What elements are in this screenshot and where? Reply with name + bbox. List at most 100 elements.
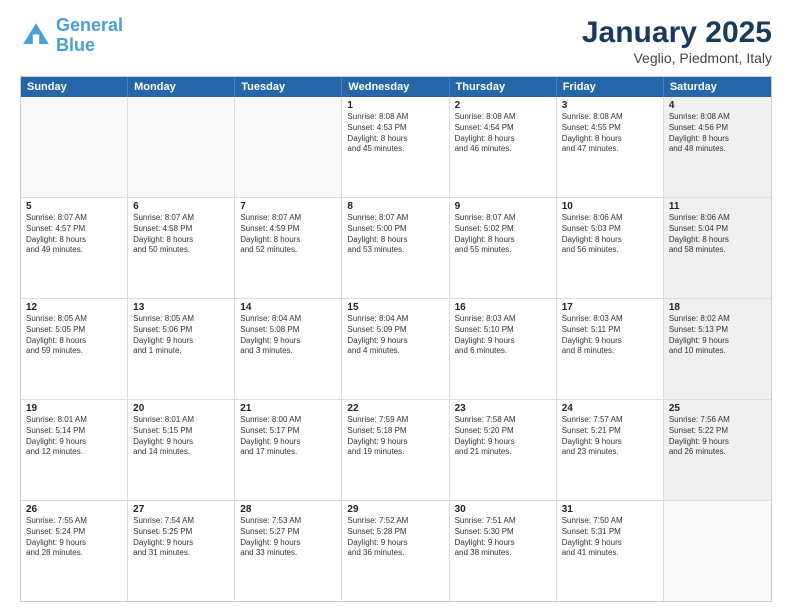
day-info: Sunrise: 7:58 AM Sunset: 5:20 PM Dayligh…: [455, 415, 551, 458]
day-number: 7: [240, 201, 336, 212]
day-number: 22: [347, 403, 443, 414]
main-title: January 2025: [582, 16, 772, 50]
day-number: 17: [562, 302, 658, 313]
day-cell-24: 24Sunrise: 7:57 AM Sunset: 5:21 PM Dayli…: [557, 400, 664, 500]
day-info: Sunrise: 7:55 AM Sunset: 5:24 PM Dayligh…: [26, 516, 122, 559]
day-number: 12: [26, 302, 122, 313]
day-info: Sunrise: 8:07 AM Sunset: 4:58 PM Dayligh…: [133, 213, 229, 256]
day-cell-10: 10Sunrise: 8:06 AM Sunset: 5:03 PM Dayli…: [557, 198, 664, 298]
day-info: Sunrise: 8:06 AM Sunset: 5:04 PM Dayligh…: [669, 213, 766, 256]
day-info: Sunrise: 8:00 AM Sunset: 5:17 PM Dayligh…: [240, 415, 336, 458]
day-cell-2: 2Sunrise: 8:08 AM Sunset: 4:54 PM Daylig…: [450, 97, 557, 197]
day-cell-21: 21Sunrise: 8:00 AM Sunset: 5:17 PM Dayli…: [235, 400, 342, 500]
empty-cell: [128, 97, 235, 197]
day-info: Sunrise: 8:08 AM Sunset: 4:53 PM Dayligh…: [347, 112, 443, 155]
day-header-monday: Monday: [128, 77, 235, 97]
day-cell-26: 26Sunrise: 7:55 AM Sunset: 5:24 PM Dayli…: [21, 501, 128, 601]
day-number: 11: [669, 201, 766, 212]
day-info: Sunrise: 8:08 AM Sunset: 4:54 PM Dayligh…: [455, 112, 551, 155]
day-cell-29: 29Sunrise: 7:52 AM Sunset: 5:28 PM Dayli…: [342, 501, 449, 601]
day-cell-4: 4Sunrise: 8:08 AM Sunset: 4:56 PM Daylig…: [664, 97, 771, 197]
empty-cell: [235, 97, 342, 197]
day-cell-16: 16Sunrise: 8:03 AM Sunset: 5:10 PM Dayli…: [450, 299, 557, 399]
day-info: Sunrise: 7:51 AM Sunset: 5:30 PM Dayligh…: [455, 516, 551, 559]
day-header-saturday: Saturday: [664, 77, 771, 97]
day-number: 23: [455, 403, 551, 414]
logo-blue: Blue: [56, 35, 95, 55]
day-cell-6: 6Sunrise: 8:07 AM Sunset: 4:58 PM Daylig…: [128, 198, 235, 298]
day-cell-28: 28Sunrise: 7:53 AM Sunset: 5:27 PM Dayli…: [235, 501, 342, 601]
day-info: Sunrise: 8:08 AM Sunset: 4:56 PM Dayligh…: [669, 112, 766, 155]
day-number: 2: [455, 100, 551, 111]
day-cell-9: 9Sunrise: 8:07 AM Sunset: 5:02 PM Daylig…: [450, 198, 557, 298]
day-cell-14: 14Sunrise: 8:04 AM Sunset: 5:08 PM Dayli…: [235, 299, 342, 399]
day-info: Sunrise: 8:06 AM Sunset: 5:03 PM Dayligh…: [562, 213, 658, 256]
day-info: Sunrise: 8:04 AM Sunset: 5:09 PM Dayligh…: [347, 314, 443, 357]
day-number: 4: [669, 100, 766, 111]
day-number: 20: [133, 403, 229, 414]
week-row-4: 19Sunrise: 8:01 AM Sunset: 5:14 PM Dayli…: [21, 400, 771, 501]
day-cell-15: 15Sunrise: 8:04 AM Sunset: 5:09 PM Dayli…: [342, 299, 449, 399]
day-header-thursday: Thursday: [450, 77, 557, 97]
week-row-2: 5Sunrise: 8:07 AM Sunset: 4:57 PM Daylig…: [21, 198, 771, 299]
day-number: 27: [133, 504, 229, 515]
day-number: 8: [347, 201, 443, 212]
day-info: Sunrise: 8:08 AM Sunset: 4:55 PM Dayligh…: [562, 112, 658, 155]
day-number: 28: [240, 504, 336, 515]
day-cell-8: 8Sunrise: 8:07 AM Sunset: 5:00 PM Daylig…: [342, 198, 449, 298]
day-cell-13: 13Sunrise: 8:05 AM Sunset: 5:06 PM Dayli…: [128, 299, 235, 399]
day-info: Sunrise: 8:07 AM Sunset: 5:02 PM Dayligh…: [455, 213, 551, 256]
day-info: Sunrise: 7:54 AM Sunset: 5:25 PM Dayligh…: [133, 516, 229, 559]
day-number: 16: [455, 302, 551, 313]
day-cell-11: 11Sunrise: 8:06 AM Sunset: 5:04 PM Dayli…: [664, 198, 771, 298]
day-cell-25: 25Sunrise: 7:56 AM Sunset: 5:22 PM Dayli…: [664, 400, 771, 500]
day-cell-3: 3Sunrise: 8:08 AM Sunset: 4:55 PM Daylig…: [557, 97, 664, 197]
day-info: Sunrise: 8:07 AM Sunset: 4:59 PM Dayligh…: [240, 213, 336, 256]
day-info: Sunrise: 7:53 AM Sunset: 5:27 PM Dayligh…: [240, 516, 336, 559]
day-number: 24: [562, 403, 658, 414]
day-number: 19: [26, 403, 122, 414]
day-cell-19: 19Sunrise: 8:01 AM Sunset: 5:14 PM Dayli…: [21, 400, 128, 500]
day-info: Sunrise: 8:01 AM Sunset: 5:14 PM Dayligh…: [26, 415, 122, 458]
calendar-header: SundayMondayTuesdayWednesdayThursdayFrid…: [21, 77, 771, 97]
day-number: 21: [240, 403, 336, 414]
calendar-body: 1Sunrise: 8:08 AM Sunset: 4:53 PM Daylig…: [21, 97, 771, 601]
day-cell-31: 31Sunrise: 7:50 AM Sunset: 5:31 PM Dayli…: [557, 501, 664, 601]
day-info: Sunrise: 8:04 AM Sunset: 5:08 PM Dayligh…: [240, 314, 336, 357]
day-number: 1: [347, 100, 443, 111]
day-info: Sunrise: 8:05 AM Sunset: 5:05 PM Dayligh…: [26, 314, 122, 357]
day-number: 26: [26, 504, 122, 515]
day-cell-5: 5Sunrise: 8:07 AM Sunset: 4:57 PM Daylig…: [21, 198, 128, 298]
day-cell-23: 23Sunrise: 7:58 AM Sunset: 5:20 PM Dayli…: [450, 400, 557, 500]
day-cell-1: 1Sunrise: 8:08 AM Sunset: 4:53 PM Daylig…: [342, 97, 449, 197]
day-number: 9: [455, 201, 551, 212]
logo-icon: [20, 20, 52, 52]
day-info: Sunrise: 8:03 AM Sunset: 5:10 PM Dayligh…: [455, 314, 551, 357]
day-number: 5: [26, 201, 122, 212]
day-number: 3: [562, 100, 658, 111]
day-number: 25: [669, 403, 766, 414]
day-cell-30: 30Sunrise: 7:51 AM Sunset: 5:30 PM Dayli…: [450, 501, 557, 601]
day-cell-27: 27Sunrise: 7:54 AM Sunset: 5:25 PM Dayli…: [128, 501, 235, 601]
day-info: Sunrise: 8:05 AM Sunset: 5:06 PM Dayligh…: [133, 314, 229, 357]
day-header-sunday: Sunday: [21, 77, 128, 97]
day-number: 15: [347, 302, 443, 313]
day-number: 18: [669, 302, 766, 313]
subtitle: Veglio, Piedmont, Italy: [582, 50, 772, 66]
week-row-5: 26Sunrise: 7:55 AM Sunset: 5:24 PM Dayli…: [21, 501, 771, 601]
day-header-friday: Friday: [557, 77, 664, 97]
day-cell-20: 20Sunrise: 8:01 AM Sunset: 5:15 PM Dayli…: [128, 400, 235, 500]
day-cell-22: 22Sunrise: 7:59 AM Sunset: 5:18 PM Dayli…: [342, 400, 449, 500]
week-row-3: 12Sunrise: 8:05 AM Sunset: 5:05 PM Dayli…: [21, 299, 771, 400]
header: General Blue January 2025 Veglio, Piedmo…: [20, 16, 772, 66]
title-block: January 2025 Veglio, Piedmont, Italy: [582, 16, 772, 66]
day-header-tuesday: Tuesday: [235, 77, 342, 97]
day-info: Sunrise: 7:50 AM Sunset: 5:31 PM Dayligh…: [562, 516, 658, 559]
day-info: Sunrise: 8:07 AM Sunset: 4:57 PM Dayligh…: [26, 213, 122, 256]
day-number: 14: [240, 302, 336, 313]
logo-general: General: [56, 15, 123, 35]
day-info: Sunrise: 7:59 AM Sunset: 5:18 PM Dayligh…: [347, 415, 443, 458]
calendar: SundayMondayTuesdayWednesdayThursdayFrid…: [20, 76, 772, 602]
day-cell-12: 12Sunrise: 8:05 AM Sunset: 5:05 PM Dayli…: [21, 299, 128, 399]
logo: General Blue: [20, 16, 123, 56]
